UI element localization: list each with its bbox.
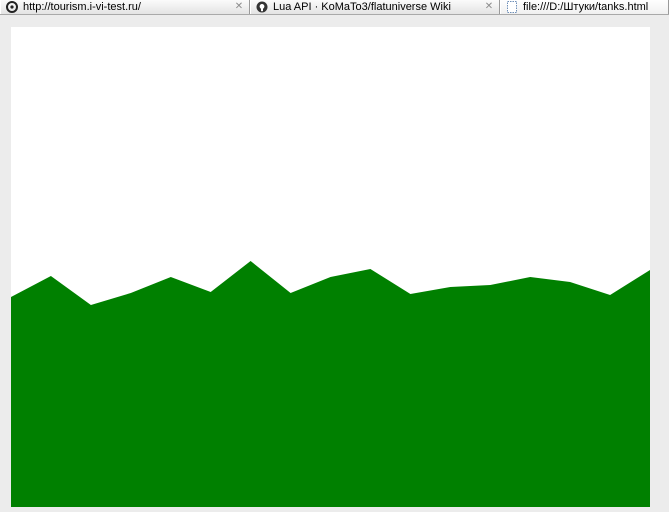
tab-close-icon[interactable]: ✕	[484, 2, 494, 12]
terrain-scene	[11, 27, 650, 507]
github-icon	[256, 1, 268, 13]
tab-title: http://tourism.i-vi-test.ru/	[23, 1, 141, 13]
blank-page-icon	[506, 1, 518, 13]
tab-title: Lua API · KoMaTo3/flatuniverse Wiki	[273, 1, 451, 13]
game-canvas[interactable]	[11, 27, 650, 507]
tab-tourism[interactable]: http://tourism.i-vi-test.ru/ ✕	[0, 0, 250, 14]
tab-close-icon[interactable]: ✕	[234, 2, 244, 12]
browser-tab-bar: http://tourism.i-vi-test.ru/ ✕ Lua API ·…	[0, 0, 669, 15]
site-favicon-icon	[6, 1, 18, 13]
page-viewport	[0, 15, 669, 512]
tab-tanks-html[interactable]: file:///D:/Штуки/tanks.html	[500, 0, 669, 14]
tab-lua-api-wiki[interactable]: Lua API · KoMaTo3/flatuniverse Wiki ✕	[250, 0, 500, 14]
tab-title: file:///D:/Штуки/tanks.html	[523, 1, 649, 13]
